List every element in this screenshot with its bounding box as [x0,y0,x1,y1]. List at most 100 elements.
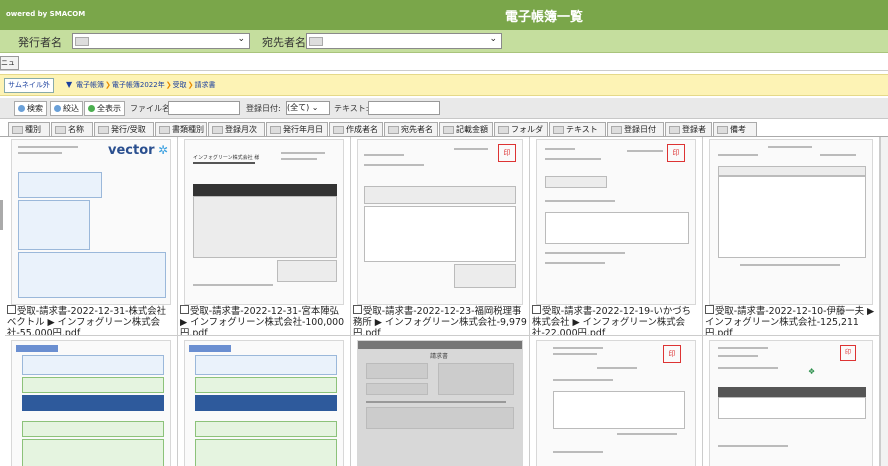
sort-icon [55,125,66,134]
document-filename: 受取-請求書-2022-12-10-伊藤一夫 ▶ インフォグリーン株式会社-12… [705,306,875,336]
document-card[interactable]: 印 ❖ [703,336,880,466]
document-card[interactable]: 印 受取-請求書-2022-12-23-福岡税理事務所 ▶ インフォグリーン株式… [351,137,530,336]
document-logo-text: インフォグリーン株式会社 様 [193,155,260,161]
document-caption[interactable]: 受取-請求書-2022-12-19-いかづち株式会社 ▶ インフォグリーン株式会… [532,305,700,336]
tab-issue-date[interactable]: 発行年月日 [266,122,328,136]
tab-reg-date[interactable]: 登録日付 [607,122,664,136]
document-thumbnail[interactable]: 印 [536,139,696,305]
document-thumbnail[interactable]: 印 ❖ [709,340,873,466]
filter-bar: 発行者名 ⌄ 宛先者名 ⌄ [0,30,888,53]
tab-issue-receive[interactable]: 発行/受取 [94,122,154,136]
sort-icon [12,125,23,134]
document-logo-text: vector [108,143,155,158]
filename-label: ファイル名: [130,104,173,113]
triangle-down-icon: ▼ [66,80,73,89]
tab-notes[interactable]: 備考 [713,122,757,136]
menu-button[interactable]: ニュー [0,56,19,70]
document-logo-text: 請求書 [430,353,449,360]
sort-icon [212,125,223,134]
tab-type[interactable]: 種別 [8,122,50,136]
stamp-icon: 印 [498,144,516,162]
issuer-select[interactable]: ⌄ [72,33,250,49]
breadcrumb-item[interactable]: 電子帳簿2022年 [112,81,165,89]
logo-icon: ❖ [808,367,816,376]
sort-icon [669,125,680,134]
document-thumbnail[interactable]: インフォグリーン株式会社 様 [184,139,344,305]
tab-label: 備考 [730,125,746,134]
tab-registrant[interactable]: 登録者 [665,122,712,136]
document-caption[interactable]: 受取-請求書-2022-12-10-伊藤一夫 ▶ インフォグリーン株式会社-12… [705,305,877,336]
chevron-right-icon: ❯ [165,81,172,89]
column-tabs: 種別 名称 発行/受取 書類種別 登録月次 発行年月日 作成者名 宛先者名 記載… [0,120,888,137]
tab-folder[interactable]: フォルダ [494,122,548,136]
checkbox[interactable] [7,305,16,314]
recipient-label: 宛先者名 [262,36,306,49]
regdate-label: 登録日付: [246,104,281,113]
thumbnail-toggle-button[interactable]: サムネイル外 [4,78,54,93]
chevron-down-icon: ⌄ [489,34,497,44]
sort-icon [388,125,399,134]
breadcrumb-item[interactable]: 請求書 [194,81,215,89]
document-card[interactable]: インフォグリーン株式会社 様 受取-請求書-2022-12-31-宮本陣弘 ▶ … [178,137,351,336]
tab-label: 登録者 [682,125,706,134]
narrow-button[interactable]: 絞込 [50,101,83,116]
document-thumbnail[interactable]: vector ✲ [11,139,171,305]
document-thumbnail[interactable] [709,139,873,305]
sort-icon [611,125,622,134]
filename-input[interactable] [168,101,240,115]
show-all-button[interactable]: 全表示 [84,101,125,116]
search-button-label: 検索 [27,104,43,113]
regdate-select[interactable]: (全て) ⌄ [286,101,330,115]
tab-amount[interactable]: 記載金額 [439,122,493,136]
breadcrumb-item[interactable]: 受取 [173,81,187,89]
document-filename: 受取-請求書-2022-12-19-いかづち株式会社 ▶ インフォグリーン株式会… [532,306,692,336]
document-card[interactable]: 印 [530,336,703,466]
tab-creator[interactable]: 作成者名 [329,122,383,136]
document-icon [309,37,323,46]
tab-label: 発行/受取 [111,125,146,134]
page-title: 電子帳簿一覧 [505,10,584,25]
document-thumbnail[interactable] [11,340,171,466]
document-card[interactable]: 請求書 [351,336,530,466]
sort-icon [98,125,109,134]
tab-recipient[interactable]: 宛先者名 [384,122,438,136]
tab-reg-month[interactable]: 登録月次 [208,122,265,136]
checkbox[interactable] [705,305,714,314]
tab-name[interactable]: 名称 [51,122,93,136]
document-filename: 受取-請求書-2022-12-23-福岡税理事務所 ▶ インフォグリーン株式会社… [353,306,527,336]
document-caption[interactable]: 受取-請求書-2022-12-31-宮本陣弘 ▶ インフォグリーン株式会社-10… [180,305,348,335]
stamp-icon: 印 [667,144,685,162]
issuer-label: 発行者名 [18,36,62,49]
document-card[interactable]: vector ✲ 受取-請求書-2022-12-31-株式会社ベクトル ▶ イン… [5,137,178,336]
gear-icon: ✲ [158,143,169,157]
breadcrumb-item[interactable]: 電子帳簿 [76,81,104,89]
document-card[interactable] [5,336,178,466]
show-all-button-label: 全表示 [97,104,121,113]
document-thumbnail[interactable] [184,340,344,466]
document-thumbnail[interactable]: 印 [536,340,696,466]
sort-icon [270,125,281,134]
recipient-select[interactable]: ⌄ [306,33,502,49]
vertical-scrollbar[interactable] [880,137,888,466]
divider [0,70,888,71]
sort-icon [717,125,728,134]
tab-label: 書類種別 [172,125,204,134]
search-toolbar: 検索 絞込 全表示 ファイル名: 登録日付: (全て) ⌄ テキスト: [0,98,888,119]
text-input[interactable] [368,101,440,115]
tab-text[interactable]: テキスト [549,122,606,136]
tab-doc-type[interactable]: 書類種別 [155,122,207,136]
document-card[interactable] [178,336,351,466]
checkbox[interactable] [180,305,189,314]
document-card[interactable]: 印 受取-請求書-2022-12-19-いかづち株式会社 ▶ インフォグリーン株… [530,137,703,336]
checkbox[interactable] [532,305,541,314]
document-thumbnail[interactable]: 印 [357,139,523,305]
tab-label: 種別 [25,125,41,134]
breadcrumb-bar: サムネイル外 ▼ 電子帳簿❯電子帳簿2022年❯受取❯請求書 [0,74,888,96]
document-card[interactable]: 受取-請求書-2022-12-10-伊藤一夫 ▶ インフォグリーン株式会社-12… [703,137,880,336]
tab-label: 作成者名 [346,125,378,134]
document-caption[interactable]: 受取-請求書-2022-12-31-株式会社ベクトル ▶ インフォグリーン株式会… [7,305,175,335]
search-button[interactable]: 検索 [14,101,47,116]
checkbox[interactable] [353,305,362,314]
document-caption[interactable]: 受取-請求書-2022-12-23-福岡税理事務所 ▶ インフォグリーン株式会社… [353,305,527,336]
document-thumbnail[interactable]: 請求書 [357,340,523,466]
